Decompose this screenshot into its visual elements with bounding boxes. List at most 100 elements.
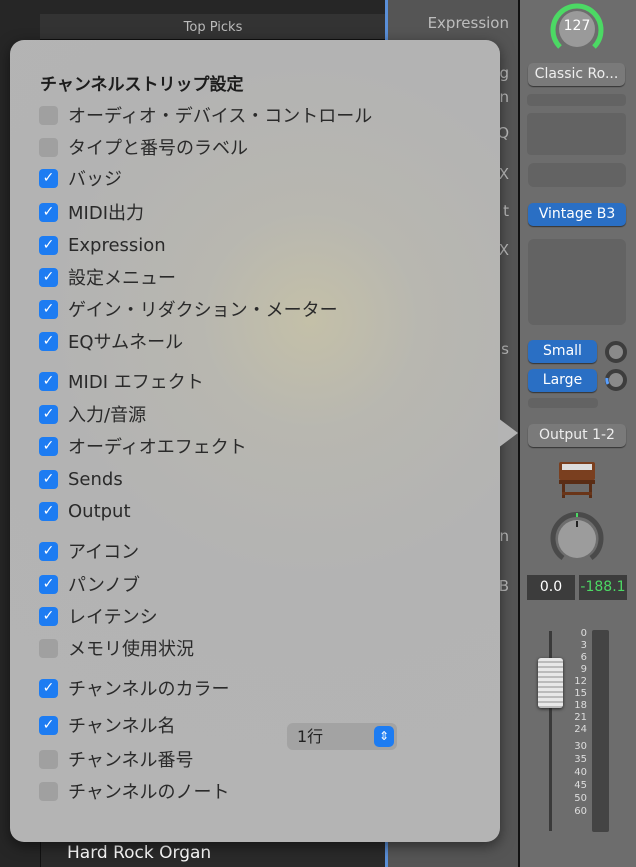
checkbox[interactable]: ✓ xyxy=(39,541,58,561)
channel-name-lines-select[interactable]: 1行 ⇕ xyxy=(287,723,397,750)
top-picks-header: Top Picks xyxy=(40,14,386,40)
scale-tick-label: 50 xyxy=(574,793,587,804)
midi-fx-slot[interactable] xyxy=(528,163,626,187)
scale-tick-label: 15 xyxy=(574,688,587,699)
setting-row[interactable]: ✓ EQサムネール xyxy=(39,329,183,353)
organ-icon[interactable] xyxy=(557,458,597,500)
pan-knob[interactable] xyxy=(550,512,604,564)
setting-label: アイコン xyxy=(68,542,140,563)
setting-label: ゲイン・リダクション・メーター xyxy=(68,300,338,321)
setting-label: チャンネル番号 xyxy=(68,750,194,771)
popover-arrow xyxy=(498,418,518,448)
checkbox[interactable] xyxy=(39,749,58,769)
level-meter xyxy=(592,630,609,832)
setting-row[interactable]: ✓ アイコン xyxy=(39,539,139,563)
scale-tick-label: 6 xyxy=(580,652,587,663)
checkbox[interactable] xyxy=(39,105,58,125)
scale-tick-label: 3 xyxy=(580,640,587,651)
checkbox[interactable]: ✓ xyxy=(39,371,58,391)
scale-tick-label: 45 xyxy=(574,780,587,791)
setting-row[interactable]: ✓ MIDI エフェクト xyxy=(39,369,204,393)
instrument-button[interactable]: Vintage B3 xyxy=(528,203,626,226)
scale-tick-label: 40 xyxy=(574,767,587,778)
setting-row[interactable]: ✓ レイテンシ xyxy=(39,604,158,628)
label-sends: s xyxy=(501,340,509,358)
checkbox[interactable]: ✓ xyxy=(39,606,58,626)
setting-label: タイプと番号のラベル xyxy=(68,138,248,159)
checkbox[interactable]: ✓ xyxy=(39,404,58,424)
setting-row[interactable]: ✓ ゲイン・リダクション・メーター xyxy=(39,297,338,321)
setting-label: オーディオ・デバイス・コントロール xyxy=(68,106,373,127)
checkbox[interactable]: ✓ xyxy=(39,202,58,222)
scale-tick-label: 21 xyxy=(574,712,587,723)
setting-row[interactable]: ✓ 設定メニュー xyxy=(39,265,176,289)
scale-tick-label: 9 xyxy=(580,664,587,675)
setting-row[interactable]: ✓ Output xyxy=(39,499,131,523)
chevron-up-down-icon: ⇕ xyxy=(374,726,394,747)
setting-row[interactable]: チャンネルのノート xyxy=(39,779,229,803)
label-input: t xyxy=(503,202,509,220)
setting-label: EQサムネール xyxy=(68,332,184,353)
setting-row[interactable]: タイプと番号のラベル xyxy=(39,135,248,159)
setting-label: パンノブ xyxy=(68,575,140,596)
checkbox[interactable]: ✓ xyxy=(39,235,58,255)
volume-fader[interactable] xyxy=(538,658,563,708)
setting-row[interactable]: ✓ Sends xyxy=(39,467,123,491)
volume-value[interactable]: 0.0 xyxy=(527,575,575,600)
checkbox[interactable]: ✓ xyxy=(39,501,58,521)
empty-send-slot[interactable] xyxy=(528,398,598,408)
setting-row[interactable]: ✓ Expression xyxy=(39,233,166,257)
checkbox[interactable]: ✓ xyxy=(39,331,58,351)
setting-label: MIDI出力 xyxy=(68,203,145,224)
setting-label: バッジ xyxy=(68,169,122,190)
scale-tick-label: 18 xyxy=(574,700,587,711)
label-audio-fx: X xyxy=(498,241,509,259)
eq-thumbnail[interactable] xyxy=(527,113,626,155)
expression-value: 127 xyxy=(563,18,591,34)
checkbox[interactable]: ✓ xyxy=(39,168,58,188)
checkbox[interactable]: ✓ xyxy=(39,436,58,456)
setting-row[interactable]: メモリ使用状況 xyxy=(39,636,194,660)
checkbox[interactable]: ✓ xyxy=(39,574,58,594)
output-button[interactable]: Output 1-2 xyxy=(528,424,626,447)
checkbox[interactable]: ✓ xyxy=(39,715,58,735)
send-large-button[interactable]: Large xyxy=(528,369,597,392)
setting-row[interactable]: ✓ チャンネルのカラー xyxy=(39,676,229,700)
setting-row[interactable]: ✓ パンノブ xyxy=(39,572,140,596)
checkbox[interactable] xyxy=(39,638,58,658)
checkbox[interactable]: ✓ xyxy=(39,299,58,319)
setting-row[interactable]: ✓ バッジ xyxy=(39,166,122,190)
checkbox[interactable] xyxy=(39,781,58,801)
label-midi-fx: X xyxy=(498,165,509,183)
scale-tick-label: 30 xyxy=(574,741,587,752)
track-name: Hard Rock Organ xyxy=(67,843,212,863)
scale-tick-label: 12 xyxy=(574,676,587,687)
label-gain: n xyxy=(499,88,509,106)
popover-title: チャンネルストリップ設定 xyxy=(40,75,244,95)
setting-label: Output xyxy=(68,500,131,522)
setting-row[interactable]: ✓ 入力/音源 xyxy=(39,402,146,426)
checkbox[interactable]: ✓ xyxy=(39,678,58,698)
setting-label: 設定メニュー xyxy=(68,268,176,289)
setting-row[interactable]: チャンネル番号 xyxy=(39,747,193,771)
checkbox[interactable]: ✓ xyxy=(39,469,58,489)
gain-reduction-meter xyxy=(527,94,626,106)
label-db: B xyxy=(498,577,509,595)
select-value: 1行 xyxy=(297,727,324,746)
send-knobs[interactable] xyxy=(604,340,628,392)
setting-label: チャンネルのカラー xyxy=(68,679,230,700)
setting-row[interactable]: ✓ オーディオエフェクト xyxy=(39,434,247,458)
setting-label: オーディオエフェクト xyxy=(68,437,247,458)
checkbox[interactable]: ✓ xyxy=(39,267,58,287)
setting-row[interactable]: オーディオ・デバイス・コントロール xyxy=(39,103,372,127)
audio-fx-slot[interactable] xyxy=(528,239,626,325)
send-small-button[interactable]: Small xyxy=(528,340,597,363)
setting-row[interactable]: ✓ チャンネル名 xyxy=(39,713,175,737)
channel-strip-settings-popover: チャンネルストリップ設定 オーディオ・デバイス・コントロール タイプと番号のラベル… xyxy=(10,40,500,842)
label-setting: g xyxy=(499,64,509,82)
setting-row[interactable]: ✓ MIDI出力 xyxy=(39,200,144,224)
setting-button[interactable]: Classic Ro... xyxy=(528,63,625,86)
checkbox[interactable] xyxy=(39,137,58,157)
setting-label: MIDI エフェクト xyxy=(68,372,204,393)
setting-label: チャンネルのノート xyxy=(68,782,230,803)
